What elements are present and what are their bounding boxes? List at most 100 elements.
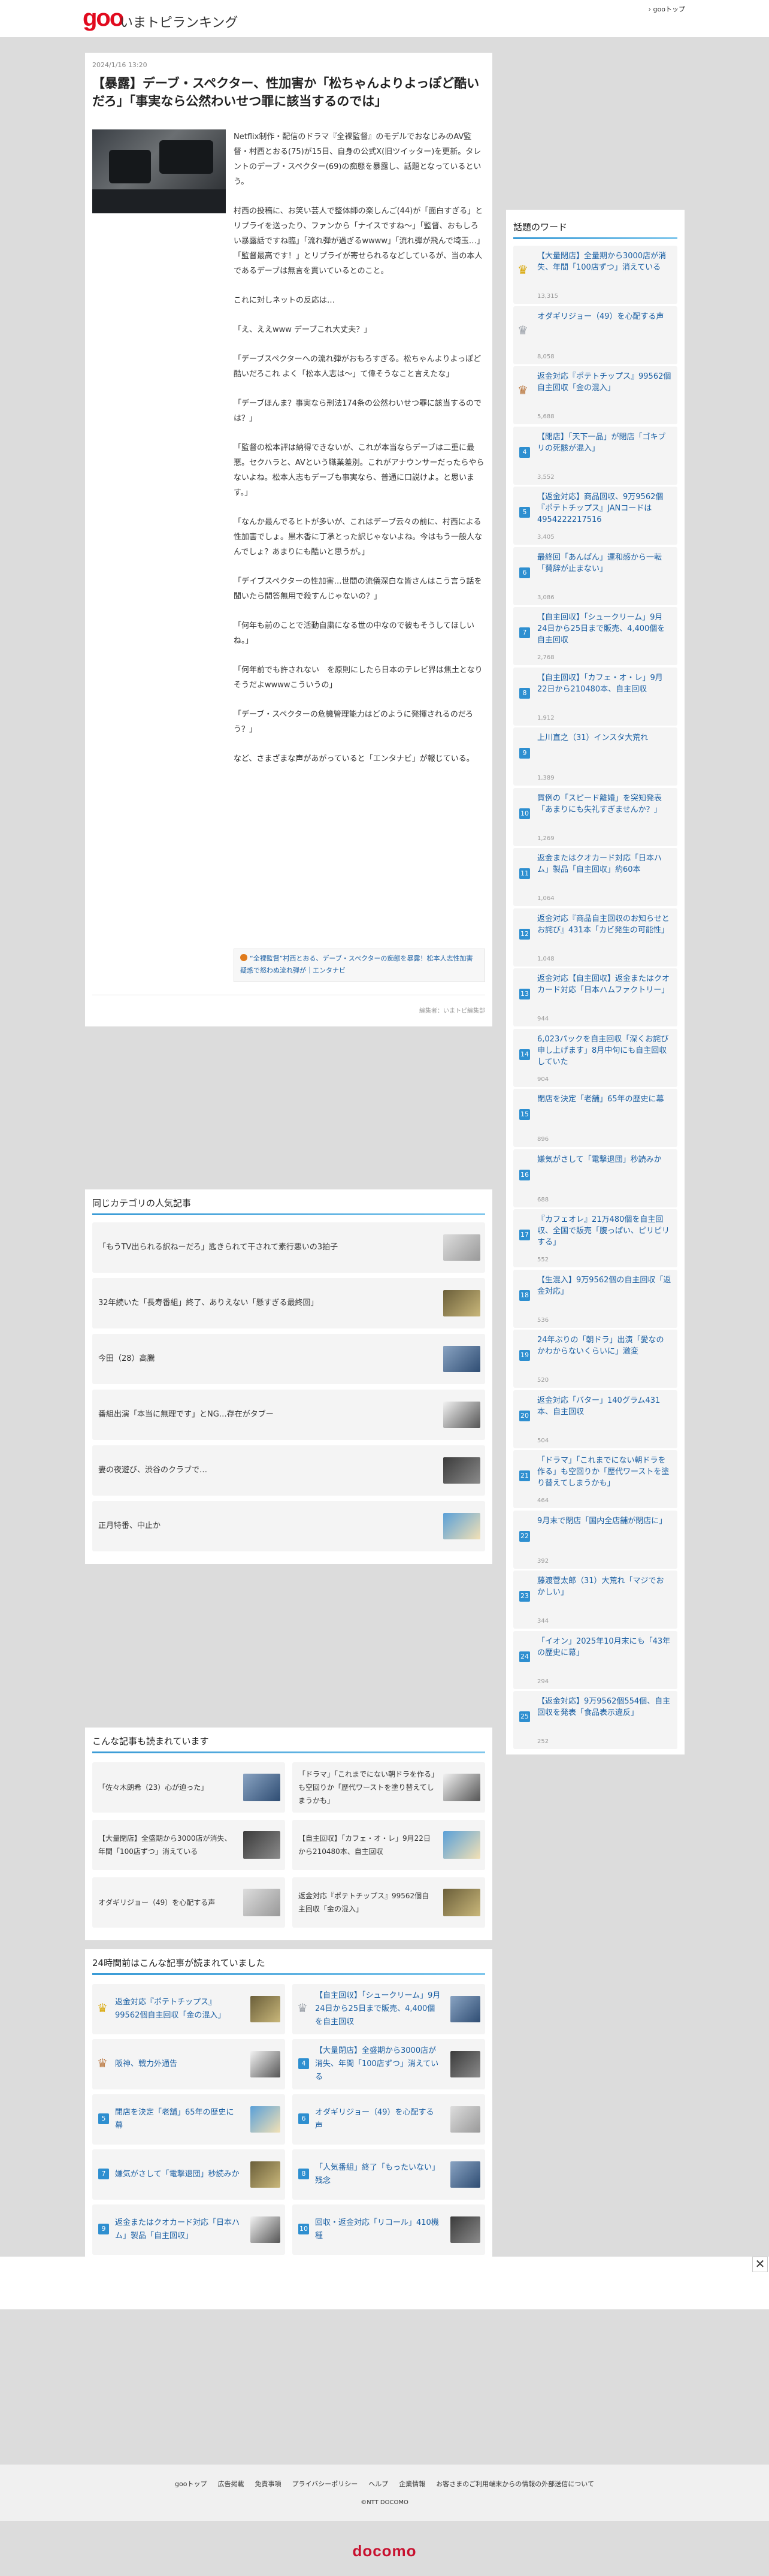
list-item[interactable]: 返金対応『ポテトチップス』99562個自主回収「金の混入」: [292, 1877, 485, 1928]
list-item[interactable]: 妻の夜遊び、渋谷のクラブで…: [92, 1445, 485, 1496]
close-icon[interactable]: ✕: [752, 2257, 768, 2272]
article-paragraph: これに対しネットの反応は…: [234, 296, 335, 305]
thumbnail-image: [250, 2106, 280, 2133]
ranking-item[interactable]: 15 閉店を決定「老舗」65年の歴史に幕 896: [513, 1089, 677, 1147]
ranking-item[interactable]: 23 藤渡菅太郎（31）大荒れ「マジでおかしい」 344: [513, 1571, 677, 1629]
footer-link[interactable]: ヘルプ: [368, 2480, 388, 2488]
ranking-item-count: 2,768: [537, 654, 555, 661]
article-paragraph: 「監督の松本評は納得できないが、これが本当ならデーブは二重に最悪。セクハラと、A…: [234, 443, 485, 497]
ranking-item[interactable]: 20 返金対応「バター」140グラム431本、自主回収 504: [513, 1390, 677, 1448]
thumbnail-image: [443, 1513, 480, 1539]
ranking-item[interactable]: 14 6,023パックを自主回収「深くお詫び申し上げます」8月中旬にも自主回収して…: [513, 1028, 677, 1087]
list-item[interactable]: 正月特番、中止か: [92, 1501, 485, 1551]
ranking-item[interactable]: 17 『カフェオレ』21万480個を自主回収、全国で販売「腹っぱい、ピリピリする」…: [513, 1209, 677, 1267]
ranking-item[interactable]: ♛ 【自主回収】「シュークリーム」9月24日から25日まで販売、4,400個を自主…: [292, 1984, 485, 2034]
article-paragraph: 「なんか最んでるヒトが多いが、これはデーブ云々の前に、村西による性加害でしょ。黒…: [234, 518, 482, 557]
ranking-item[interactable]: 5 閉店を決定「老舗」65年の歴史に幕: [92, 2094, 285, 2145]
ranking-item-title: 藤渡菅太郎（31）大荒れ「マジでおかしい」: [537, 1577, 664, 1597]
copyright: ©NTT DOCOMO: [361, 2499, 408, 2506]
footer-link[interactable]: gooトップ: [175, 2480, 207, 2488]
rank-badge: 7: [519, 627, 530, 638]
list-item-title: 「佐々木朗希（23）心が迫った」: [98, 1783, 208, 1792]
ranking-item[interactable]: 9 上川直之（31）インスタ大荒れ 1,389: [513, 727, 677, 786]
ranking-item[interactable]: 25 【返金対応】9万9562個554個、自主回収を発表「食品表示違反」 252: [513, 1691, 677, 1749]
ranking-item[interactable]: 6 オダギリジョー（49）を心配する声: [292, 2094, 485, 2145]
list-item[interactable]: 今田（28）高騰: [92, 1334, 485, 1384]
ranking-item-count: 13,315: [537, 293, 558, 300]
thumbnail-image: [243, 1889, 280, 1916]
ranking-item[interactable]: 4 【大量閉店】全盛期から3000店が消失、年間「100店ずつ」消えている: [292, 2039, 485, 2089]
ranking-item[interactable]: 6 最終回「あんぱん」運和感から一転「賛辞が止まない」 3,086: [513, 546, 677, 605]
ranking-item[interactable]: 18 【生混入】9万9562個の自主回収「返金対応」 536: [513, 1269, 677, 1328]
list-item-title: 【自主回収】「カフェ・オ・レ」9月22日から210480本、自主回収: [298, 1834, 431, 1856]
ranking-item[interactable]: 8 「人気番組」終了「もったいない」残念: [292, 2149, 485, 2200]
footer-link[interactable]: お客さまのご利用端末からの情報の外部送信について: [436, 2480, 594, 2488]
ranking-item[interactable]: ♛ 返金対応『ポテトチップス』99562個自主回収「金の混入」 5,688: [513, 366, 677, 424]
ranking-item[interactable]: 12 返金対応『商品自主回収のお知らせとお詫び』431本「カビ発生の可能性」 1,0…: [513, 908, 677, 967]
source-link[interactable]: “全裸監督”村西とおる、デーブ・スペクターの痴態を暴露！松本人志性加害疑惑で怒わ…: [234, 949, 485, 982]
rank-badge: 6: [298, 2113, 309, 2124]
ranking-item[interactable]: ♛ 【大量閉店】全量期から3000店が消失、年間「100店ずつ」消えている 13,3…: [513, 246, 677, 304]
section-heading: 同じカテゴリの人気記事: [92, 1198, 192, 1209]
ranking-item[interactable]: 7 嫌気がさして「電撃退団」秒読みか: [92, 2149, 285, 2200]
rank-badge: 22: [519, 1530, 530, 1542]
section-heading: 24時間前はこんな記事が読まれていました: [92, 1958, 265, 1968]
ranking-item-title: 返金対応『商品自主回収のお知らせとお詫び』431本「カビ発生の可能性」: [537, 914, 670, 935]
list-item[interactable]: オダギリジョー（49）を心配する声: [92, 1877, 285, 1928]
footer-link[interactable]: 免責事項: [255, 2480, 281, 2488]
footer-link[interactable]: 企業情報: [399, 2480, 425, 2488]
ranking-item-title: 【生混入】9万9562個の自主回収「返金対応」: [537, 1275, 671, 1296]
ranking-item[interactable]: 24 「イオン」2025年10月末にも「43年の歴史に幕」 294: [513, 1630, 677, 1689]
read-24h-section: 24時間前はこんな記事が読まれていました ♛ 返金対応『ポテトチップス』99562…: [85, 1949, 492, 2257]
ranking-item[interactable]: 11 返金またはクオカード対応「日本ハム」製品「自主回収」約60本 1,064: [513, 848, 677, 906]
ranking-item[interactable]: 8 【自主回収】「カフェ・オ・レ」9月22日から210480本、自主回収 1,912: [513, 667, 677, 726]
footer-link[interactable]: プライバシーポリシー: [292, 2480, 358, 2488]
ranking-item[interactable]: ♛ オダギリジョー（49）を心配する声 8,058: [513, 306, 677, 364]
thumbnail-image: [450, 2051, 480, 2077]
rank-badge: 16: [519, 1169, 530, 1180]
ranking-item[interactable]: 13 返金対応【自主回収】返金またはクオカード対応「日本ハムファクトリー」 944: [513, 968, 677, 1026]
docomo-logo[interactable]: docomo: [0, 2542, 769, 2560]
thumbnail-image: [443, 1346, 480, 1372]
ranking-item[interactable]: 4 【閉店】「天下一品」が閉店「ゴキブリの死骸が混入」 3,552: [513, 426, 677, 485]
list-item-title: 【大量閉店】全盛期から3000店が消失、年間「100店ずつ」消えている: [98, 1834, 232, 1856]
ranking-item-count: 344: [537, 1618, 549, 1624]
rank-badge: 21: [519, 1470, 530, 1481]
article-card: 2024/1/16 13:20 【暴露】デーブ・スペクター、性加害か「松ちゃんよ…: [85, 53, 492, 1026]
ranking-item[interactable]: 21 「ドラマ」「これまでにない朝ドラを作る」も空回りか「歴代ワーストを塗り替えて…: [513, 1450, 677, 1508]
footer-link[interactable]: 広告掲載: [218, 2480, 244, 2488]
list-item[interactable]: 「佐々木朗希（23）心が迫った」: [92, 1762, 285, 1813]
ranking-item[interactable]: 5 【返金対応】商品回収、9万9562個『ポテトチップス』JANコードは49542…: [513, 487, 677, 545]
thumbnail-image: [450, 2161, 480, 2188]
rank-badge: 8: [298, 2169, 309, 2179]
ranking-item-title: 【自主回収】「カフェ・オ・レ」9月22日から210480本、自主回収: [537, 673, 663, 694]
ranking-item[interactable]: ♛ 阪神、戦力外通告: [92, 2039, 285, 2089]
ranking-item-count: 8,058: [537, 353, 555, 360]
ranking-item[interactable]: ♛ 返金対応『ポテトチップス』99562個自主回収「金の混入」: [92, 1984, 285, 2034]
ranking-item[interactable]: 16 嫌気がさして「電撃退団」秒読みか 688: [513, 1149, 677, 1207]
list-item[interactable]: 32年続いた「長寿番組」終了、ありえない「懸すぎる最終回」: [92, 1278, 485, 1328]
list-item[interactable]: 「ドラマ」「これまでにない朝ドラを作る」も空回りか「歴代ワーストを塗り替えてしま…: [292, 1762, 485, 1813]
list-item-title: オダギリジョー（49）を心配する声: [98, 1898, 216, 1907]
list-item-title: 正月特番、中止か: [98, 1521, 161, 1530]
section-underline: [92, 1973, 485, 1975]
list-item[interactable]: 【自主回収】「カフェ・オ・レ」9月22日から210480本、自主回収: [292, 1820, 485, 1870]
footer-links: gooトップ 広告掲載 免責事項 プライバシーポリシー ヘルプ 企業情報 お客さまのご利用端…: [0, 2479, 769, 2489]
list-item[interactable]: 番組出演「本当に無理です」とNG…存在がタブー: [92, 1390, 485, 1440]
goo-top-link[interactable]: › gooトップ: [649, 4, 685, 14]
list-item[interactable]: 【大量閉店】全盛期から3000店が消失、年間「100店ずつ」消えている: [92, 1820, 285, 1870]
ranking-item[interactable]: 10 回収・返金対応「リコール」410機種: [292, 2204, 485, 2255]
ranking-item-count: 904: [537, 1076, 549, 1083]
site-name-link[interactable]: いまトピランキング: [120, 12, 238, 31]
rank-badge: 23: [519, 1591, 530, 1602]
ranking-item[interactable]: 22 9月末で閉店「国内全店舗が閉店に」 392: [513, 1510, 677, 1569]
goo-logo[interactable]: goo: [83, 6, 124, 30]
ranking-item[interactable]: 9 返金またはクオカード対応「日本ハム」製品「自主回収」: [92, 2204, 285, 2255]
ranking-item[interactable]: 10 質例の「スピード離婚」を突知発表「あまりにも失礼すぎませんか？」 1,269: [513, 787, 677, 846]
list-item[interactable]: 「もうTV出られる訳ねーだろ」匙きられて干されて素行悪いの3拍子: [92, 1222, 485, 1273]
ranking-item-count: 552: [537, 1257, 549, 1263]
ranking-item-title: 【自主回収】「シュークリーム」9月24日から25日まで販売、4,400個を自主回…: [315, 1991, 441, 2027]
ranking-item[interactable]: 19 24年ぶりの「朝ドラ」出演「愛なのかわからないくらいに」激変 520: [513, 1330, 677, 1388]
ranking-item-title: 「イオン」2025年10月末にも「43年の歴史に幕」: [537, 1636, 671, 1657]
ranking-item[interactable]: 7 【自主回収】「シュークリーム」9月24日から25日まで販売、4,400個を自主…: [513, 607, 677, 665]
